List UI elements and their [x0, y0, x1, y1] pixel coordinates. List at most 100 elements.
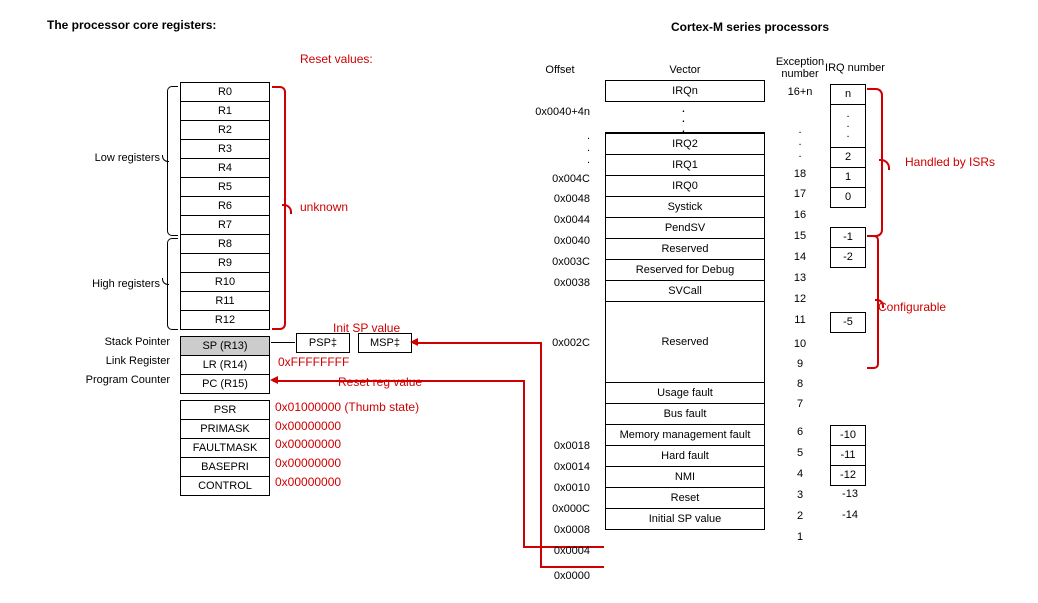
lr-label: Link Register — [70, 355, 170, 367]
reg-basepri: BASEPRI — [180, 458, 270, 477]
low-registers-label: Low registers — [60, 152, 160, 164]
vec-reserved1: Reserved — [605, 239, 765, 260]
brace-low-registers — [167, 86, 178, 236]
register-bank: R0 R1 R2 R3 R4 R5 R6 R7 R8 R9 R10 R11 R1… — [180, 82, 270, 394]
arrow-initsp-head — [410, 338, 418, 346]
title-left: The processor core registers: — [47, 18, 216, 32]
reset-reg-label: Reset reg value — [338, 375, 422, 389]
off-irqn: 0x0040+4n — [535, 106, 590, 118]
basepri-reset-value: 0x00000000 — [275, 456, 341, 470]
vec-nmi: NMI — [605, 467, 765, 488]
off-dots: ... — [587, 130, 590, 166]
arrow-initsp-h2 — [413, 342, 540, 344]
reg-r10: R10 — [180, 273, 270, 292]
exc-8: 8 — [775, 378, 825, 390]
arrow-initsp-v — [540, 342, 542, 568]
reg-r5: R5 — [180, 178, 270, 197]
exc-14: 14 — [775, 251, 825, 263]
exc-3: 3 — [775, 489, 825, 501]
off-14: 0x0014 — [554, 461, 590, 473]
exc-17: 17 — [775, 188, 825, 200]
reg-r11: R11 — [180, 292, 270, 311]
vec-memm: Memory management fault — [605, 425, 765, 446]
arrow-reset-h2 — [273, 380, 523, 382]
off-2c: 0x002C — [552, 337, 590, 349]
irq-box-faults: -10 -11 -12 — [830, 425, 866, 486]
exc-11: 11 — [775, 314, 825, 326]
init-sp-label: Init SP value — [333, 321, 400, 335]
exc-7: 7 — [775, 398, 825, 410]
reg-r9: R9 — [180, 254, 270, 273]
reg-r4: R4 — [180, 159, 270, 178]
exc-9: 9 — [775, 358, 825, 370]
exc-18: 18 — [775, 168, 825, 180]
psp-msp-boxes: PSP‡ MSP‡ — [296, 333, 412, 353]
arrow-reset-head — [270, 376, 278, 384]
irq-2: 2 — [831, 148, 865, 168]
exc-15: 15 — [775, 230, 825, 242]
exc-10: 10 — [775, 338, 825, 350]
off-10: 0x0010 — [554, 482, 590, 494]
vector-table: IRQn ... IRQ2 IRQ1 IRQ0 Systick PendSV R… — [605, 80, 765, 530]
reset-values-label: Reset values: — [300, 52, 373, 66]
vec-bus: Bus fault — [605, 404, 765, 425]
reg-r3: R3 — [180, 140, 270, 159]
control-reset-value: 0x00000000 — [275, 475, 341, 489]
irq-m10: -10 — [831, 426, 865, 446]
vec-systick: Systick — [605, 197, 765, 218]
off-3c: 0x003C — [552, 256, 590, 268]
irq-m13: -13 — [833, 488, 867, 500]
reg-sp: SP (R13) — [180, 336, 270, 356]
primask-reset-value: 0x00000000 — [275, 419, 341, 433]
irq-m1: -1 — [831, 228, 865, 248]
off-00: 0x0000 — [554, 570, 590, 582]
off-08: 0x0008 — [554, 524, 590, 536]
off-48: 0x0048 — [554, 193, 590, 205]
off-0c: 0x000C — [552, 503, 590, 515]
exc-4: 4 — [775, 468, 825, 480]
vec-reserved2: Reserved — [605, 302, 765, 383]
arrow-initsp-h1 — [540, 566, 604, 568]
special-registers: PSR PRIMASK FAULTMASK BASEPRI CONTROL — [180, 400, 270, 496]
hdr-exception-number: Exception number — [770, 56, 830, 80]
hdr-vector: Vector — [605, 64, 765, 76]
vec-reset: Reset — [605, 488, 765, 509]
vec-irq1: IRQ1 — [605, 155, 765, 176]
irq-1: 1 — [831, 168, 865, 188]
off-18: 0x0018 — [554, 440, 590, 452]
exc-1: 1 — [775, 531, 825, 543]
pc-label: Program Counter — [70, 374, 170, 386]
off-38: 0x0038 — [554, 277, 590, 289]
psp-connector — [271, 342, 295, 343]
reg-psr: PSR — [180, 401, 270, 420]
reg-faultmask: FAULTMASK — [180, 439, 270, 458]
vec-irq0: IRQ0 — [605, 176, 765, 197]
hdr-irq-number: IRQ number — [825, 62, 885, 74]
vec-svcall: SVCall — [605, 281, 765, 302]
arrow-reset-v — [523, 380, 525, 548]
vec-usage: Usage fault — [605, 383, 765, 404]
reg-r7: R7 — [180, 216, 270, 235]
exc-6: 6 — [775, 426, 825, 438]
irq-n: n — [831, 85, 865, 105]
vec-dots: ... — [605, 102, 765, 133]
irq-0: 0 — [831, 188, 865, 208]
brace-high-registers — [167, 238, 178, 330]
reg-lr: LR (R14) — [180, 356, 270, 375]
irq-m12: -12 — [831, 466, 865, 486]
reg-control: CONTROL — [180, 477, 270, 496]
title-right: Cortex-M series processors — [550, 20, 950, 34]
vec-initsp: Initial SP value — [605, 509, 765, 530]
off-04: 0x0004 — [554, 545, 590, 557]
lr-reset-value: 0xFFFFFFFF — [278, 355, 349, 369]
brace-isrs — [867, 88, 883, 237]
exc-5: 5 — [775, 447, 825, 459]
off-40: 0x0040 — [554, 235, 590, 247]
reg-r1: R1 — [180, 102, 270, 121]
irq-box-mid: -1 -2 — [830, 227, 866, 268]
hdr-offset: Offset — [530, 64, 590, 76]
reg-r8: R8 — [180, 235, 270, 254]
reg-r0: R0 — [180, 83, 270, 102]
brace-unknown — [272, 86, 286, 330]
off-44: 0x0044 — [554, 214, 590, 226]
